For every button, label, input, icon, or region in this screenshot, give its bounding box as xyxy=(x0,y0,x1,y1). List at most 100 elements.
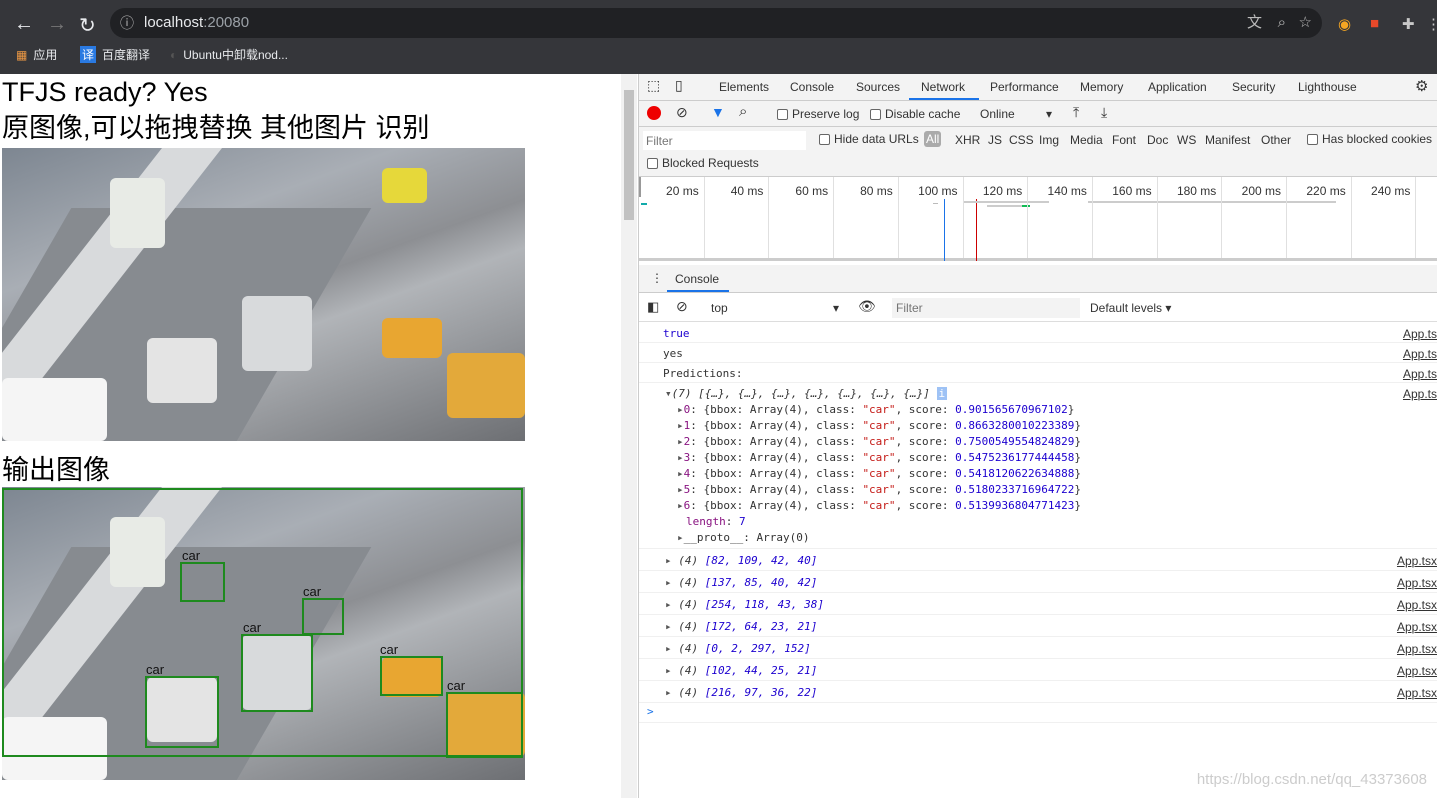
throttling-select[interactable]: Online ▾ xyxy=(980,107,1052,121)
type-xhr[interactable]: XHR xyxy=(955,133,980,147)
source-link[interactable]: App.tsx xyxy=(1397,554,1437,568)
source-link[interactable]: App.tsx xyxy=(1397,664,1437,678)
settings-gear-icon[interactable]: ⚙ xyxy=(1415,77,1428,95)
index: 1 xyxy=(683,419,691,432)
page-scrollbar[interactable] xyxy=(621,74,637,798)
log-text: Predictions: xyxy=(663,367,743,380)
extension-off-icon[interactable]: ■ xyxy=(1370,15,1379,32)
bookmark-translate[interactable]: 译百度翻译 xyxy=(80,46,150,63)
bbox-array[interactable]: ▸ (4) [82, 109, 42, 40] xyxy=(665,554,817,567)
source-link[interactable]: App.tsx xyxy=(1397,642,1437,656)
console-filter-input[interactable] xyxy=(892,298,1080,318)
array-length: (4) xyxy=(678,686,699,699)
proto-item[interactable]: ▸__proto__: Array(0) xyxy=(677,531,809,544)
star-icon[interactable]: ☆ xyxy=(1299,8,1312,38)
bbox-array[interactable]: ▸ (4) [216, 97, 36, 22] xyxy=(665,686,817,699)
source-link[interactable]: App.ts xyxy=(1403,347,1437,361)
timeline-gridline xyxy=(703,177,705,258)
type-media[interactable]: Media xyxy=(1070,133,1103,147)
address-bar[interactable]: ⓘ localhost:20080 文 ⌕ ☆ xyxy=(110,8,1322,38)
original-image[interactable] xyxy=(2,148,525,441)
network-filter-input[interactable] xyxy=(643,131,806,150)
context-select[interactable]: top ▾ xyxy=(711,301,839,315)
tab-network[interactable]: Network xyxy=(921,80,965,94)
clear-console-icon[interactable]: ⊘ xyxy=(676,298,688,315)
menu-icon[interactable]: ⋮ xyxy=(1426,15,1437,33)
network-timeline[interactable]: 20 ms 40 ms 60 ms 80 ms 100 ms 120 ms 140 ms 16… xyxy=(639,177,1437,261)
bbox-array[interactable]: ▸ (4) [137, 85, 40, 42] xyxy=(665,576,817,589)
tab-sources[interactable]: Sources xyxy=(856,80,900,94)
type-manifest[interactable]: Manifest xyxy=(1205,133,1250,147)
source-link[interactable]: App.tsx xyxy=(1397,576,1437,590)
prediction-item[interactable]: ▸5: {bbox: Array(4), class: "car", score… xyxy=(677,483,1081,496)
blocked-requests-checkbox[interactable]: Blocked Requests xyxy=(647,156,759,170)
type-css[interactable]: CSS xyxy=(1009,133,1034,147)
prediction-item[interactable]: ▸3: {bbox: Array(4), class: "car", score… xyxy=(677,451,1081,464)
prediction-item[interactable]: ▸2: {bbox: Array(4), class: "car", score… xyxy=(677,435,1081,448)
console-prompt[interactable]: > xyxy=(647,705,654,718)
type-js[interactable]: JS xyxy=(988,133,1002,147)
has-blocked-cookies-checkbox[interactable]: Has blocked cookies xyxy=(1307,132,1432,146)
sidebar-toggle-icon[interactable]: ◧ xyxy=(647,299,659,315)
type-other[interactable]: Other xyxy=(1261,133,1291,147)
source-link[interactable]: App.ts xyxy=(1403,327,1437,341)
drawer-tab-console[interactable]: Console xyxy=(675,272,719,286)
tab-application[interactable]: Application xyxy=(1148,80,1207,94)
log-levels-select[interactable]: Default levels ▾ xyxy=(1090,301,1171,315)
filter-icon[interactable]: ▼ xyxy=(711,104,725,120)
timeline-tick: 20 ms xyxy=(666,184,699,198)
tab-lighthouse[interactable]: Lighthouse xyxy=(1298,80,1357,94)
puzzle-icon[interactable]: ✚ xyxy=(1402,15,1415,33)
console-toolbar: ◧ ⊘ top ▾ 👁 Default levels ▾ xyxy=(639,294,1437,322)
inspect-icon[interactable]: ⬚ xyxy=(647,77,660,94)
reload-icon[interactable]: ↻ xyxy=(79,13,96,38)
record-icon[interactable] xyxy=(647,106,661,120)
export-har-icon[interactable]: ⤓ xyxy=(1101,104,1107,121)
type-img[interactable]: Img xyxy=(1039,133,1059,147)
prediction-item[interactable]: ▸6: {bbox: Array(4), class: "car", score… xyxy=(677,499,1081,512)
prediction-item[interactable]: ▸1: {bbox: Array(4), class: "car", score… xyxy=(677,419,1081,432)
array-summary[interactable]: ▾(7) [{…}, {…}, {…}, {…}, {…}, {…}, {…}]… xyxy=(665,387,948,400)
bbox-array[interactable]: ▸ (4) [172, 64, 23, 21] xyxy=(665,620,817,633)
device-toggle-icon[interactable]: ▯ xyxy=(675,77,683,94)
source-link[interactable]: App.tsx xyxy=(1397,620,1437,634)
tab-elements[interactable]: Elements xyxy=(719,80,769,94)
extension-icon[interactable]: ◉ xyxy=(1338,15,1351,33)
zoom-icon[interactable]: ⌕ xyxy=(1278,8,1286,38)
timeline-tick: 160 ms xyxy=(1112,184,1152,198)
source-link[interactable]: App.tsx xyxy=(1397,686,1437,700)
bbox-array[interactable]: ▸ (4) [0, 2, 297, 152] xyxy=(665,642,811,655)
bbox-array[interactable]: ▸ (4) [254, 118, 43, 38] xyxy=(665,598,824,611)
back-icon[interactable]: ← xyxy=(14,13,34,36)
preserve-log-checkbox[interactable]: Preserve log xyxy=(777,107,859,121)
tab-console[interactable]: Console xyxy=(790,80,834,94)
tab-memory[interactable]: Memory xyxy=(1080,80,1123,94)
class-value: "car" xyxy=(862,499,896,512)
import-har-icon[interactable]: ⤒ xyxy=(1073,104,1079,121)
disable-cache-checkbox[interactable]: Disable cache xyxy=(870,107,960,121)
type-all[interactable]: All xyxy=(924,131,942,147)
type-font[interactable]: Font xyxy=(1112,133,1136,147)
source-link[interactable]: App.tsx xyxy=(1397,598,1437,612)
prediction-item[interactable]: ▸0: {bbox: Array(4), class: "car", score… xyxy=(677,403,1074,416)
bookmark-ubuntu[interactable]: ◐ Ubuntu中卸载nod... xyxy=(170,46,288,63)
tab-performance[interactable]: Performance xyxy=(990,80,1059,94)
eye-icon[interactable]: 👁 xyxy=(858,298,876,315)
expand-triangle-icon: ▸ xyxy=(677,499,684,512)
detection-box xyxy=(241,634,313,712)
prediction-item[interactable]: ▸4: {bbox: Array(4), class: "car", score… xyxy=(677,467,1081,480)
type-doc[interactable]: Doc xyxy=(1147,133,1168,147)
translate-icon[interactable]: 文 xyxy=(1247,8,1262,38)
tab-security[interactable]: Security xyxy=(1232,80,1275,94)
source-link[interactable]: App.ts xyxy=(1403,367,1437,381)
clear-icon[interactable]: ⊘ xyxy=(676,104,688,121)
bookmark-apps[interactable]: ▦ 应用 xyxy=(16,46,57,63)
timeline-gridline xyxy=(768,177,770,258)
forward-icon[interactable]: → xyxy=(47,13,67,36)
bbox-array[interactable]: ▸ (4) [102, 44, 25, 21] xyxy=(665,664,817,677)
source-link[interactable]: App.ts xyxy=(1403,387,1437,401)
search-icon[interactable]: ⌕ xyxy=(739,103,747,120)
type-ws[interactable]: WS xyxy=(1177,133,1196,147)
drawer-menu-icon[interactable]: ⋮ xyxy=(651,271,663,285)
hide-data-urls-checkbox[interactable]: Hide data URLs xyxy=(819,132,919,146)
